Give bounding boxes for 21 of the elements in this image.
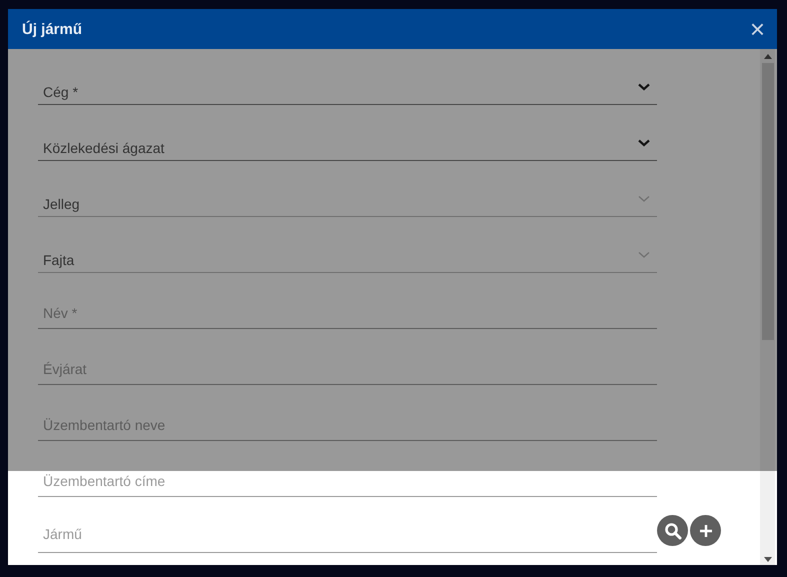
chevron-down-icon	[638, 83, 650, 91]
select-field[interactable]: Cég *	[38, 77, 657, 105]
chevron-down-icon	[638, 195, 650, 203]
close-button[interactable]: ×	[750, 16, 765, 42]
scroll-up-icon	[764, 54, 772, 59]
chevron-down-icon	[638, 251, 650, 259]
scroll-thumb[interactable]	[762, 63, 774, 340]
chevron-down-icon	[638, 139, 650, 147]
scroll-down-icon	[764, 557, 772, 562]
input-field[interactable]: Név *	[38, 301, 657, 329]
search-icon	[664, 522, 682, 540]
input-field[interactable]: Évjárat	[38, 357, 657, 385]
dialog-title: Új jármű	[22, 20, 82, 38]
input-field[interactable]: Üzembentartó címe	[38, 469, 657, 497]
select-field[interactable]: Közlekedési ágazat	[38, 133, 657, 161]
search-button[interactable]	[657, 515, 688, 546]
input-field[interactable]: Jármű	[38, 519, 657, 553]
plus-icon	[698, 524, 712, 538]
scrollbar[interactable]	[760, 49, 775, 565]
input-field[interactable]: Üzembentartó neve	[38, 413, 657, 441]
add-button[interactable]	[690, 515, 721, 546]
